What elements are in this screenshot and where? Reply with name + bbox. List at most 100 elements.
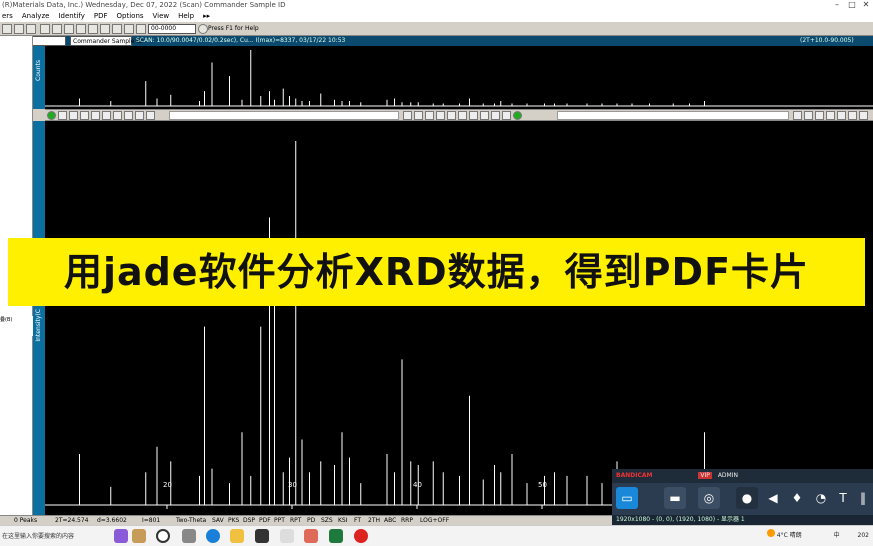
peak-icon[interactable]	[436, 111, 445, 120]
undo-icon[interactable]	[76, 24, 86, 34]
log-icon[interactable]	[469, 111, 478, 120]
x-tick-label: 50	[538, 481, 547, 489]
pan-icon[interactable]	[859, 111, 868, 120]
status-btn-sav[interactable]: SAV	[212, 516, 224, 525]
edge-icon[interactable]	[206, 529, 220, 543]
app-icon[interactable]	[255, 529, 269, 543]
maximize-button[interactable]: □	[845, 0, 859, 11]
status-btn-pd[interactable]: PD	[307, 516, 315, 525]
zoom-in-icon[interactable]	[403, 111, 412, 120]
list-icon[interactable]	[124, 111, 133, 120]
menu-item-analyze[interactable]: Analyze	[22, 11, 50, 22]
menu-item-file[interactable]: ers	[2, 11, 13, 22]
minimize-button[interactable]: –	[830, 0, 844, 11]
menu-item-help[interactable]: Help	[178, 11, 194, 22]
zoom-out-icon[interactable]	[414, 111, 423, 120]
task-view-icon[interactable]	[156, 529, 170, 543]
list-icon[interactable]	[102, 111, 111, 120]
status-btn-ppt[interactable]: PPT	[274, 516, 285, 525]
cursor-icon[interactable]: ◔	[810, 487, 832, 509]
help-icon[interactable]	[47, 111, 56, 120]
status-btn-dsp[interactable]: DSP	[243, 516, 255, 525]
stop-icon[interactable]	[58, 111, 67, 120]
screen-mode-icon[interactable]: ▭	[616, 487, 638, 509]
fit-icon[interactable]	[112, 24, 122, 34]
weather-text[interactable]: 4°C 晴朗	[777, 532, 802, 539]
speaker-icon[interactable]: ◀	[762, 487, 784, 509]
sample-combo[interactable]: Commander Sample ID	[70, 36, 143, 46]
settings-icon[interactable]	[124, 24, 134, 34]
overview-plot-svg	[45, 50, 873, 107]
excel-icon[interactable]	[329, 529, 343, 543]
pdf-number-combo[interactable]: 00-0000	[148, 24, 196, 34]
status-btn-abc[interactable]: ABC	[384, 516, 396, 525]
folder-icon[interactable]	[230, 529, 244, 543]
list-icon[interactable]	[135, 111, 144, 120]
paste-icon[interactable]	[64, 24, 74, 34]
text-overlay-icon[interactable]: T	[832, 487, 854, 509]
peak-icon[interactable]	[425, 111, 434, 120]
save-icon[interactable]	[14, 24, 24, 34]
widgets-icon[interactable]	[182, 529, 196, 543]
cut-icon[interactable]	[40, 24, 50, 34]
menu-item-identify[interactable]: Identify	[58, 11, 84, 22]
title-banner: 用jade软件分析XRD数据，得到PDF卡片	[8, 238, 865, 306]
list-icon[interactable]	[91, 111, 100, 120]
ime-indicator[interactable]: 中	[834, 532, 840, 539]
hdmi-mode-icon[interactable]: ▬	[664, 487, 686, 509]
bandicam-header: BANDICAM VIP ADMIN	[612, 469, 873, 483]
menu-item-more[interactable]: ▸▸	[203, 11, 210, 22]
pan-icon[interactable]	[848, 111, 857, 120]
status-btn-2th[interactable]: 2TH	[368, 516, 380, 525]
status-btn-ksi[interactable]: KSI	[338, 516, 348, 525]
pan-icon[interactable]	[815, 111, 824, 120]
status-btn-rpt[interactable]: RPT	[290, 516, 301, 525]
pan-icon[interactable]	[837, 111, 846, 120]
help-icon[interactable]	[513, 111, 522, 120]
open-icon[interactable]	[2, 24, 12, 34]
peak-icon[interactable]	[447, 111, 456, 120]
list-icon[interactable]	[69, 111, 78, 120]
close-button[interactable]: ✕	[859, 0, 873, 11]
app-icon[interactable]	[132, 529, 146, 543]
pan-right-icon[interactable]	[804, 111, 813, 120]
plot-range-field[interactable]	[169, 111, 399, 120]
status-btn-log[interactable]: LOG+OFF	[420, 516, 449, 525]
status-btn-pdf[interactable]: PDF	[259, 516, 271, 525]
copy-icon[interactable]	[52, 24, 62, 34]
xrd-pattern-plot[interactable]: 20 30 40 50	[45, 121, 873, 515]
zoom-icon[interactable]	[100, 24, 110, 34]
peak-icon[interactable]	[88, 24, 98, 34]
status-btn-rrp[interactable]: RRP	[401, 516, 413, 525]
app-icon[interactable]	[114, 529, 128, 543]
microphone-icon[interactable]: ♦	[786, 487, 808, 509]
menu-item-pdf[interactable]: PDF	[94, 11, 108, 22]
app-icon[interactable]	[304, 529, 318, 543]
menu-item-options[interactable]: Options	[117, 11, 144, 22]
list-icon[interactable]	[113, 111, 122, 120]
calc-icon[interactable]	[480, 111, 489, 120]
status-btn-szs[interactable]: SZS	[321, 516, 333, 525]
grid-icon[interactable]	[502, 111, 511, 120]
file-icon[interactable]	[280, 529, 294, 543]
overview-plot[interactable]	[45, 46, 873, 109]
pause-icon[interactable]: ‖	[852, 487, 873, 509]
peak-icon[interactable]	[458, 111, 467, 120]
help-icon[interactable]	[198, 24, 208, 34]
webcam-icon[interactable]: ●	[736, 487, 758, 509]
game-mode-icon[interactable]: ◎	[698, 487, 720, 509]
taskbar-search[interactable]: 在这里输入你要搜索的内容	[2, 531, 74, 540]
list-icon[interactable]	[80, 111, 89, 120]
bandicam-record-icon[interactable]	[354, 529, 368, 543]
status-btn-ft[interactable]: FT	[354, 516, 361, 525]
pan-icon[interactable]	[826, 111, 835, 120]
text-icon[interactable]	[491, 111, 500, 120]
menu-item-view[interactable]: View	[153, 11, 170, 22]
list-icon[interactable]	[146, 111, 155, 120]
status-btn-pks[interactable]: PKS	[228, 516, 239, 525]
clock[interactable]: 202	[858, 532, 869, 539]
print-icon[interactable]	[26, 24, 36, 34]
plot-range-field-2[interactable]	[557, 111, 789, 120]
lock-icon[interactable]	[136, 24, 146, 34]
pan-left-icon[interactable]	[793, 111, 802, 120]
